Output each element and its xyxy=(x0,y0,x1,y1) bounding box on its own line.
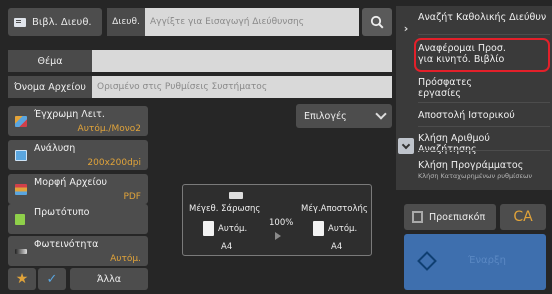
chevron-down-icon xyxy=(401,140,411,149)
color-mode-icon xyxy=(15,116,27,127)
divider xyxy=(418,102,550,103)
arrow-right-icon xyxy=(275,232,281,240)
resolution-label: Ανάλυση xyxy=(34,143,76,154)
file-format-value: PDF xyxy=(123,192,141,202)
address-book-button[interactable]: Βιβλ. Διευθ. xyxy=(8,8,102,36)
start-label: Έναρξη xyxy=(468,255,506,266)
scanner-icon xyxy=(229,192,243,199)
program-call-label: Κλήση Προγράμματος xyxy=(418,160,524,171)
resolution-value: 200x200dpi xyxy=(87,158,141,168)
filename-input[interactable]: Ορισμένο στις Ρυθμίσεις Συστήματος xyxy=(92,76,392,98)
preview-label: Προεπισκόπ xyxy=(429,211,486,223)
other-button[interactable]: Άλλα xyxy=(70,268,148,290)
ratio-value: 100% xyxy=(269,218,294,228)
send-size-label: Μέγ.Αποστολής xyxy=(301,204,368,214)
exposure-icon xyxy=(15,249,27,254)
checkmark-icon: ✓ xyxy=(46,271,58,287)
document-icon xyxy=(313,221,324,236)
program-call-item[interactable]: Κλήση Προγράμματος Κλήση Καταχωρημένων ρ… xyxy=(418,160,550,182)
subject-input[interactable] xyxy=(92,50,392,72)
highlight-frame xyxy=(414,38,550,72)
address-book-label: Βιβλ. Διευθ. xyxy=(32,16,92,28)
exposure-value: Αυτόμ. xyxy=(110,254,141,264)
search-number-call-item[interactable]: Κλήση Αριθμού Αναζήτησης xyxy=(418,133,550,155)
chevron-right-icon[interactable]: › xyxy=(398,16,414,40)
resolution-icon xyxy=(15,150,27,161)
file-format-label: Μορφή Αρχείου xyxy=(34,177,108,188)
subject-label: Θέμα xyxy=(8,50,92,72)
divider xyxy=(418,150,550,151)
address-book-icon xyxy=(14,17,26,27)
search-icon xyxy=(370,15,384,29)
search-button[interactable] xyxy=(362,8,392,36)
check-button[interactable]: ✓ xyxy=(38,268,66,290)
document-icon xyxy=(203,221,214,236)
divider xyxy=(418,34,550,35)
color-mode-label: Έγχρωμη Λειτ. xyxy=(34,109,105,120)
exposure-button[interactable]: Φωτεινότητα Αυτόμ. xyxy=(8,236,148,266)
file-format-icon xyxy=(15,184,27,195)
color-mode-value: Αυτόμ./Μονο2 xyxy=(77,124,141,134)
send-size-mode: Αυτόμ. xyxy=(328,224,358,234)
scan-size-mode: Αυτόμ. xyxy=(218,224,248,234)
send-history-item[interactable]: Αποστολή Ιστορικού xyxy=(418,110,550,121)
start-button[interactable]: Έναρξη xyxy=(404,234,546,290)
favorite-button[interactable]: ★ xyxy=(8,268,36,290)
start-icon xyxy=(417,251,437,271)
program-call-sub: Κλήση Καταχωρημένων ρυθμίσεων xyxy=(418,172,533,180)
scroll-down-button[interactable] xyxy=(398,138,414,154)
star-icon: ★ xyxy=(15,271,29,287)
recent-jobs-line1: Πρόσφατες xyxy=(418,77,472,88)
original-button[interactable]: Πρωτότυπο xyxy=(8,204,148,234)
divider xyxy=(418,126,550,127)
recent-jobs-item[interactable]: Πρόσφατες εργασίες xyxy=(418,77,550,99)
global-address-search-item[interactable]: Αναζήτ Καθολικής Διεύθυν xyxy=(418,12,550,23)
options-label: Επιλογές xyxy=(304,110,347,122)
scan-size-paper: A4 xyxy=(221,242,233,252)
filename-label: Όνομα Αρχείου xyxy=(8,76,92,98)
preview-button[interactable]: Προεπισκόπ xyxy=(404,204,496,230)
original-label: Πρωτότυπο xyxy=(34,207,90,218)
send-size-paper: A4 xyxy=(331,242,343,252)
color-mode-button[interactable]: Έγχρωμη Λειτ. Αυτόμ./Μονο2 xyxy=(8,106,148,136)
address-input[interactable]: Αγγίξτε για Εισαγωγή Διεύθυνσης xyxy=(145,8,359,36)
exposure-label: Φωτεινότητα xyxy=(34,239,99,250)
to-label: Διευθ. xyxy=(107,8,145,36)
preview-icon xyxy=(412,211,423,223)
recent-jobs-line2: εργασίες xyxy=(418,88,461,99)
file-format-button[interactable]: Μορφή Αρχείου PDF xyxy=(8,174,148,204)
scan-size-panel[interactable]: Μέγεθ. Σάρωσης Αυτόμ. A4 100% Μέγ.Αποστο… xyxy=(182,184,372,256)
resolution-button[interactable]: Ανάλυση 200x200dpi xyxy=(8,140,148,170)
scan-size-label: Μέγεθ. Σάρωσης xyxy=(189,204,261,214)
options-button[interactable]: Επιλογές xyxy=(296,104,392,128)
chevron-down-icon xyxy=(375,108,387,120)
original-icon xyxy=(15,214,25,225)
clear-all-button[interactable]: CA xyxy=(500,204,546,230)
